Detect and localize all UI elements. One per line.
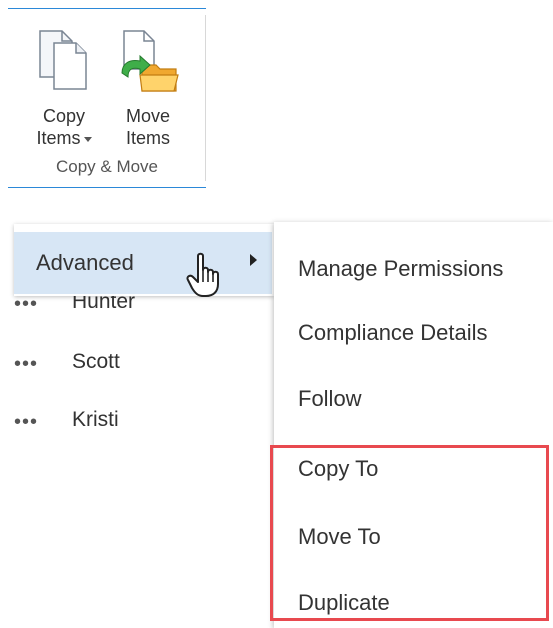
copy-items-label-text: Items bbox=[36, 128, 81, 148]
move-items-label-line1: Move bbox=[125, 106, 170, 126]
ribbon-group-title: Copy & Move bbox=[55, 157, 159, 176]
menu-item-advanced-label: Advanced bbox=[36, 250, 134, 275]
more-options-icon[interactable]: ••• bbox=[14, 294, 38, 314]
list-item-name[interactable]: Scott bbox=[72, 350, 120, 374]
copy-items-label-line1: Copy bbox=[42, 106, 86, 126]
annotation-highlight-box bbox=[270, 445, 549, 621]
copy-items-button[interactable]: Copy Items bbox=[24, 23, 104, 153]
chevron-right-icon bbox=[250, 254, 257, 266]
copy-items-label-line2: Items bbox=[24, 127, 104, 149]
hand-pointer-icon bbox=[186, 252, 226, 303]
more-options-icon[interactable]: ••• bbox=[14, 412, 38, 432]
submenu-item-manage-permissions[interactable]: Manage Permissions bbox=[298, 256, 503, 282]
more-options-icon[interactable]: ••• bbox=[14, 354, 38, 374]
submenu-item-compliance-details[interactable]: Compliance Details bbox=[298, 320, 488, 346]
submenu-item-follow[interactable]: Follow bbox=[298, 386, 362, 412]
move-items-button[interactable]: Move Items bbox=[108, 23, 188, 153]
menu-item-advanced[interactable]: Advanced bbox=[14, 232, 272, 294]
copy-documents-icon bbox=[34, 29, 94, 98]
move-items-label-line2: Items bbox=[125, 128, 170, 148]
copy-items-label: Copy Items bbox=[24, 105, 104, 149]
move-items-label: Move Items bbox=[108, 105, 188, 149]
list-item-name[interactable]: Kristi bbox=[72, 408, 119, 432]
dropdown-caret-icon[interactable] bbox=[83, 137, 92, 142]
copy-move-ribbon-group: Copy Items Move Items Copy & Move bbox=[8, 8, 206, 188]
move-to-folder-icon bbox=[116, 29, 180, 98]
